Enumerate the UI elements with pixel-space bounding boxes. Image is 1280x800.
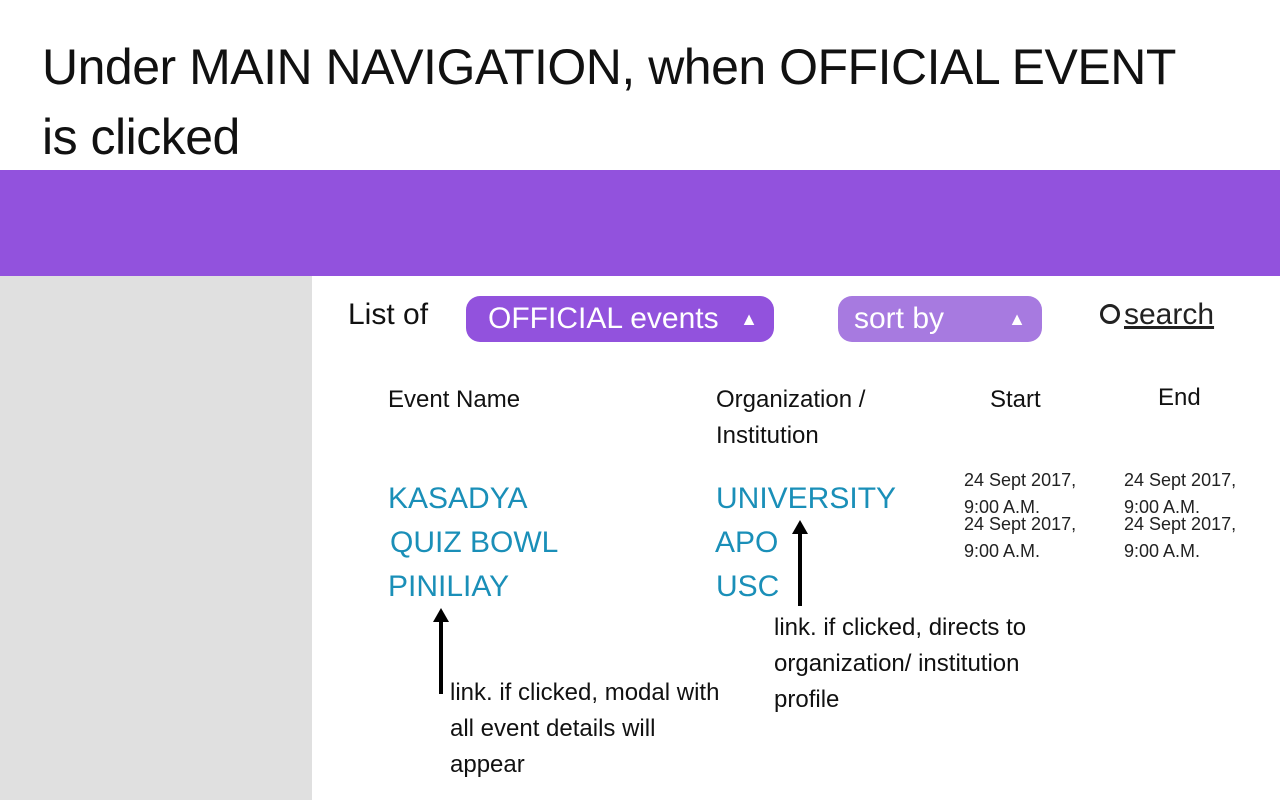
column-header-event-name: Event Name [388, 386, 521, 413]
end-date: 24 Sept 2017, [1124, 514, 1237, 534]
organization-link[interactable]: UNIVERSITY [716, 482, 896, 516]
main-content: List of OFFICIAL events ▲ sort by ▲ sear… [312, 276, 1280, 800]
column-header-organization: Organization / Institution [716, 382, 865, 454]
events-type-dropdown[interactable]: OFFICIAL events ▲ [466, 296, 774, 342]
annotation-line: appear [450, 751, 525, 778]
heading-line-1: Under MAIN NAVIGATION, when OFFICIAL EVE… [42, 39, 1176, 95]
list-of-label: List of [348, 298, 429, 331]
start-date: 24 Sept 2017, [964, 470, 1077, 490]
event-link[interactable]: KASADYA [388, 482, 528, 516]
start-time: 9:00 A.M. [964, 541, 1041, 561]
events-type-value: OFFICIAL events [488, 302, 719, 335]
search-icon[interactable] [1100, 304, 1120, 324]
page-heading: Under MAIN NAVIGATION, when OFFICIAL EVE… [42, 32, 1242, 172]
annotation-line: profile [774, 686, 840, 713]
heading-line-2: is clicked [42, 109, 240, 165]
column-header-start: Start [990, 386, 1041, 413]
annotation-line: all event details will [450, 715, 656, 742]
triangle-up-icon: ▲ [1008, 309, 1026, 329]
annotation-arrow-shaft [798, 532, 802, 606]
sidebar [0, 276, 312, 800]
start-datetime: 24 Sept 2017, 9:00 A.M. [964, 511, 1076, 565]
column-header-end: End [1158, 384, 1201, 411]
organization-link[interactable]: APO [715, 526, 778, 560]
annotation-organization-link: link. if clicked, directs to organizatio… [774, 610, 1026, 718]
end-time: 9:00 A.M. [1124, 541, 1201, 561]
annotation-line: link. if clicked, modal with [450, 679, 720, 706]
column-header-organization-line-1: Organization / [716, 386, 866, 413]
sort-by-dropdown[interactable]: sort by ▲ [838, 296, 1042, 342]
event-link[interactable]: QUIZ BOWL [390, 526, 558, 560]
annotation-line: link. if clicked, directs to [774, 614, 1027, 641]
annotation-arrow-shaft [439, 620, 443, 694]
organization-link[interactable]: USC [716, 570, 779, 604]
end-datetime: 24 Sept 2017, 9:00 A.M. [1124, 511, 1236, 565]
event-link[interactable]: PINILIAY [388, 570, 509, 604]
annotation-line: organization/ institution [774, 650, 1020, 677]
sort-by-value: sort by [854, 302, 945, 335]
end-date: 24 Sept 2017, [1124, 470, 1237, 490]
search-link[interactable]: search [1124, 298, 1214, 332]
annotation-event-link: link. if clicked, modal with all event d… [450, 675, 719, 783]
start-date: 24 Sept 2017, [964, 514, 1077, 534]
top-navigation-bar [0, 170, 1280, 276]
column-header-organization-line-2: Institution [716, 422, 819, 449]
triangle-up-icon: ▲ [740, 309, 758, 329]
